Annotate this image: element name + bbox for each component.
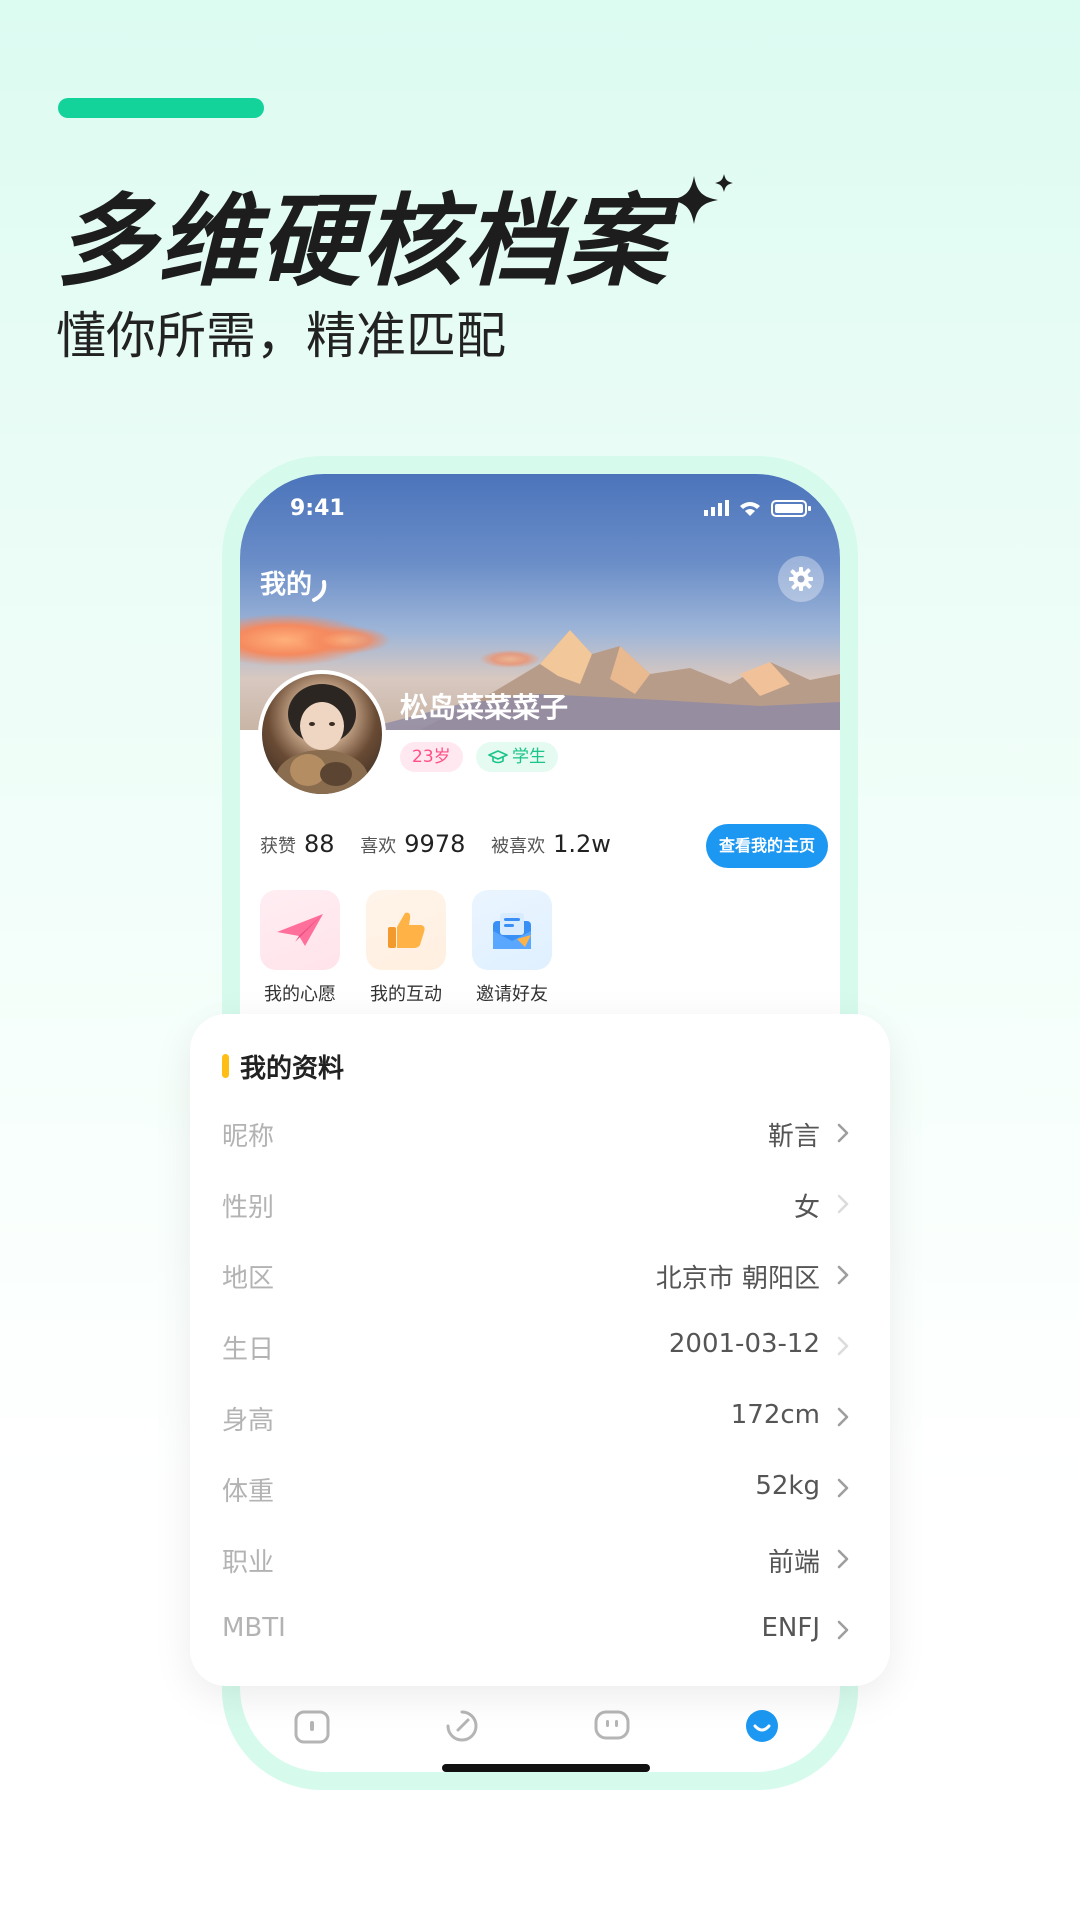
row-label: 地区 — [222, 1264, 275, 1294]
quick-action-label: 邀请好友 — [476, 984, 548, 1005]
row-label: 身高 — [222, 1406, 275, 1436]
gear-icon — [789, 567, 813, 591]
avatar[interactable] — [258, 670, 386, 798]
paper-plane-icon — [260, 890, 340, 970]
sparkle-icon — [670, 174, 733, 224]
quick-action-wishes[interactable]: 我的心愿 — [260, 890, 340, 1006]
row-label: 性别 — [222, 1193, 275, 1223]
envelope-icon — [472, 890, 552, 970]
page-title: 我的 — [260, 570, 313, 600]
row-birthday[interactable]: 生日 2001-03-12 — [222, 1311, 862, 1381]
row-value: 172cm — [730, 1400, 820, 1430]
likes-given-count: 9978 — [404, 830, 466, 858]
tab-discover-icon[interactable] — [442, 1706, 482, 1746]
tab-messages-icon[interactable] — [592, 1706, 632, 1746]
quick-action-interactions[interactable]: 我的互动 — [366, 890, 446, 1006]
chevron-right-icon — [837, 1478, 849, 1498]
row-value: ENFJ — [761, 1613, 821, 1643]
promo-headline: 多维硬核档案 — [56, 183, 668, 300]
row-value: 前端 — [767, 1548, 820, 1578]
liked-by-label: 被喜欢 — [491, 836, 546, 857]
row-weight[interactable]: 体重 52kg — [222, 1453, 862, 1523]
title-swoosh-icon — [312, 580, 327, 602]
avatar-portrait — [276, 684, 368, 794]
row-region[interactable]: 地区 北京市 朝阳区 — [222, 1240, 862, 1310]
tab-home-icon[interactable] — [292, 1706, 332, 1746]
view-my-homepage-button[interactable]: 查看我的主页 — [706, 824, 828, 868]
chevron-right-icon — [837, 1123, 849, 1143]
thumbs-up-icon — [366, 890, 446, 970]
row-gender[interactable]: 性别 女 — [222, 1169, 862, 1239]
chevron-right-icon — [837, 1194, 849, 1214]
tab-profile-icon[interactable] — [742, 1706, 782, 1746]
chevron-right-icon — [837, 1265, 849, 1285]
liked-by-count: 1.2w — [553, 830, 611, 858]
quick-action-label: 我的互动 — [370, 984, 442, 1005]
likes-given-label: 喜欢 — [360, 836, 397, 857]
row-nickname[interactable]: 昵称 靳言 — [222, 1098, 862, 1168]
chevron-right-icon — [837, 1407, 849, 1427]
row-height[interactable]: 身高 172cm — [222, 1382, 862, 1452]
status-time: 9:41 — [290, 496, 345, 521]
profile-info-card: 我的资料 昵称 靳言 性别 女 地区 北京市 朝阳区 生日 2001-03-12… — [190, 1014, 890, 1686]
row-label: 职业 — [222, 1548, 275, 1578]
username: 松岛菜菜菜子 — [400, 691, 569, 724]
accent-bar — [58, 98, 264, 118]
age-tag: 23岁 — [400, 742, 463, 772]
graduation-cap-icon — [488, 750, 508, 764]
row-value: 52kg — [755, 1471, 820, 1501]
chevron-right-icon — [837, 1336, 849, 1356]
row-value: 2001-03-12 — [668, 1329, 820, 1359]
row-label: 生日 — [222, 1335, 275, 1365]
row-label: 昵称 — [222, 1122, 275, 1152]
row-value: 北京市 朝阳区 — [655, 1264, 820, 1294]
promo-subheadline: 懂你所需，精准匹配 — [56, 307, 506, 365]
row-label: MBTI — [222, 1613, 286, 1643]
card-title: 我的资料 — [240, 1054, 345, 1084]
row-occupation[interactable]: 职业 前端 — [222, 1524, 862, 1594]
stats-row: 获赞 88 喜欢 9978 被喜欢 1.2w — [260, 830, 631, 858]
row-label: 体重 — [222, 1477, 275, 1507]
row-value: 靳言 — [767, 1122, 820, 1152]
role-tag: 学生 — [476, 742, 558, 772]
quick-action-invite[interactable]: 邀请好友 — [472, 890, 552, 1006]
settings-button[interactable] — [778, 556, 824, 602]
row-value: 女 — [793, 1193, 820, 1223]
role-tag-label: 学生 — [512, 747, 546, 767]
chevron-right-icon — [837, 1620, 849, 1640]
likes-received-label: 获赞 — [260, 836, 296, 857]
likes-received-count: 88 — [304, 830, 335, 858]
home-indicator — [442, 1764, 650, 1772]
section-accent — [222, 1054, 229, 1078]
row-mbti[interactable]: MBTI ENFJ — [222, 1595, 862, 1665]
quick-action-label: 我的心愿 — [264, 984, 336, 1005]
status-icons — [704, 500, 811, 517]
chevron-right-icon — [837, 1549, 849, 1569]
